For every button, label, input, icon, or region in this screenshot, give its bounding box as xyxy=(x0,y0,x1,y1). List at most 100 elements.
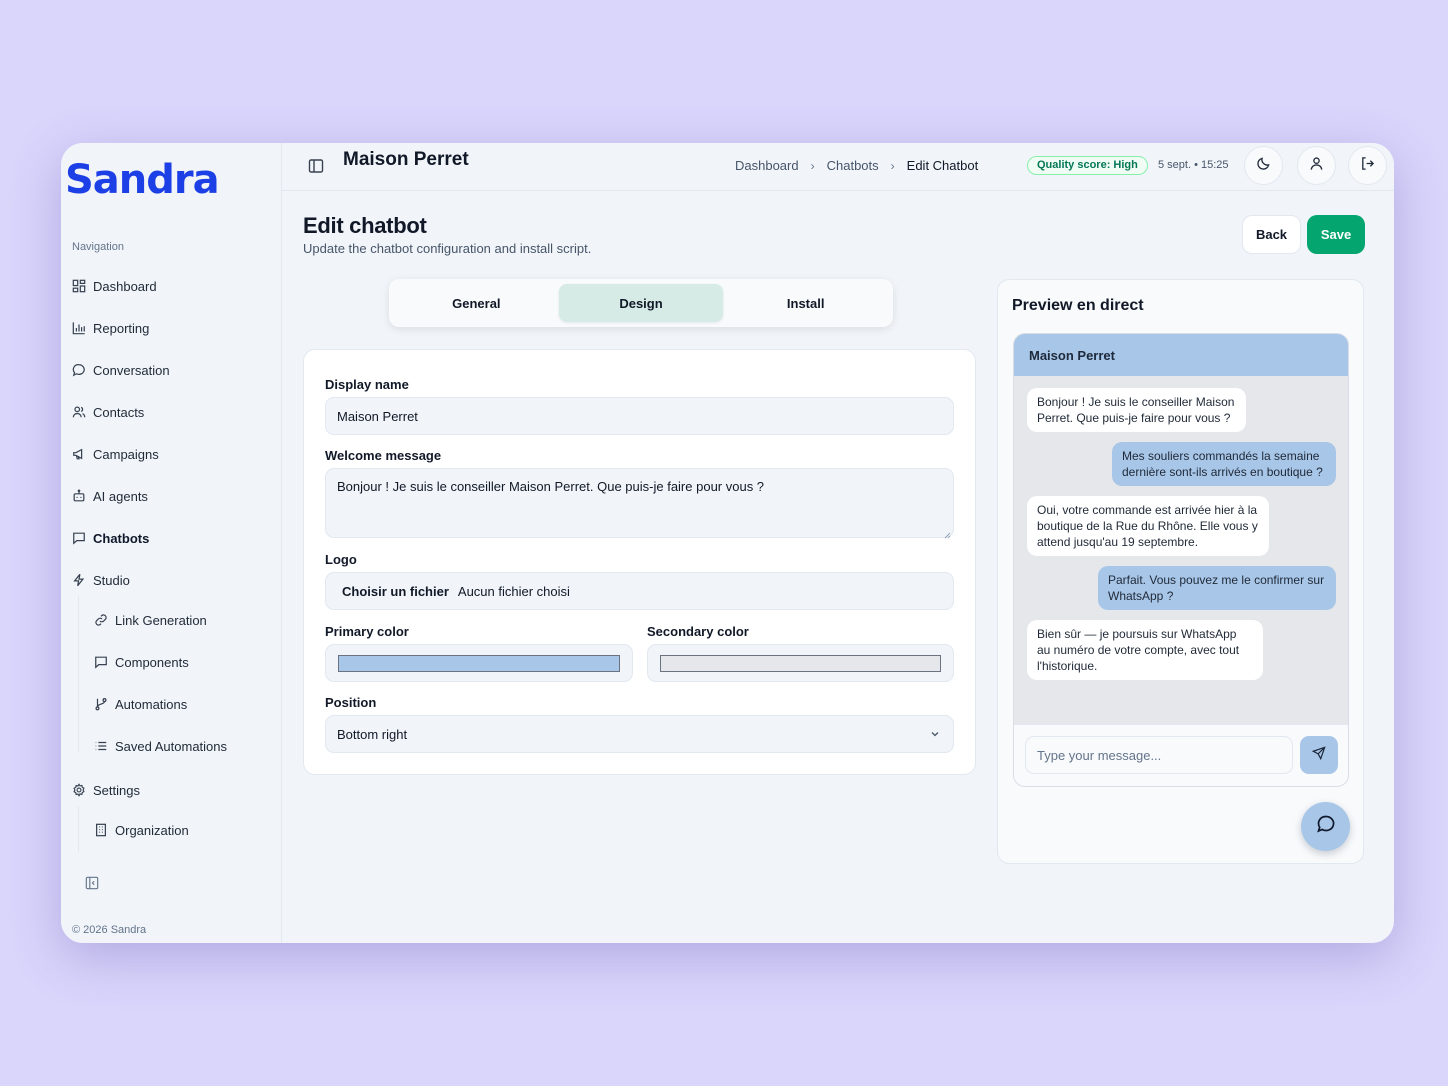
topbar: Maison Perret Dashboard › Chatbots › Edi… xyxy=(282,143,1394,191)
sidebar-item-reporting[interactable]: Reporting xyxy=(72,316,149,340)
display-name-field[interactable]: Maison Perret xyxy=(325,397,954,435)
sidebar-item-label: Dashboard xyxy=(93,278,157,294)
profile-button[interactable] xyxy=(1297,146,1336,185)
choose-file-button[interactable]: Choisir un fichier xyxy=(342,584,449,599)
bot-icon xyxy=(72,489,86,503)
users-icon xyxy=(72,405,86,419)
sidebar-item-link-generation[interactable]: Link Generation xyxy=(94,608,207,632)
chat-bubble-icon xyxy=(1316,814,1336,839)
sidebar-item-components[interactable]: Components xyxy=(94,650,189,674)
chat-header: Maison Perret xyxy=(1014,334,1348,376)
zap-icon xyxy=(72,573,86,587)
sidebar-item-organization[interactable]: Organization xyxy=(94,818,189,842)
sidebar-item-label: Link Generation xyxy=(115,612,207,628)
sidebar-item-ai-agents[interactable]: AI agents xyxy=(72,484,148,508)
chat-message-input[interactable]: Type your message... xyxy=(1025,736,1293,774)
quality-badge: Quality score: High xyxy=(1027,156,1148,175)
position-select[interactable]: Bottom right xyxy=(325,715,954,753)
user-icon xyxy=(1309,156,1324,176)
sidebar-item-label: AI agents xyxy=(93,488,148,504)
chevron-right-icon: › xyxy=(890,158,895,173)
message-square-icon xyxy=(72,531,86,545)
sidebar-item-contacts[interactable]: Contacts xyxy=(72,400,144,424)
send-icon xyxy=(1311,745,1326,765)
chevron-down-icon xyxy=(929,728,941,740)
live-preview-panel: Preview en direct Maison Perret Bonjour … xyxy=(997,279,1364,864)
preview-title: Preview en direct xyxy=(1012,297,1144,314)
moon-icon xyxy=(1256,156,1271,176)
sidebar-item-label: Reporting xyxy=(93,320,150,336)
position-value: Bottom right xyxy=(337,726,408,742)
sidebar-item-studio[interactable]: Studio xyxy=(72,568,130,592)
page-subtitle: Update the chatbot configuration and ins… xyxy=(303,241,592,256)
studio-sub-divider xyxy=(78,596,79,752)
logo-file-status: Aucun fichier choisi xyxy=(457,583,570,599)
tab-design[interactable]: Design xyxy=(558,284,724,322)
bar-chart-icon xyxy=(72,321,86,335)
design-form: Display name Maison Perret Welcome messa… xyxy=(303,349,976,775)
sidebar-item-conversation[interactable]: Conversation xyxy=(72,358,170,382)
welcome-message-field[interactable]: Bonjour ! Je suis le conseiller Maison P… xyxy=(325,468,954,539)
secondary-color-swatch xyxy=(660,655,941,672)
breadcrumb-chatbots[interactable]: Chatbots xyxy=(827,158,879,173)
chat-message-bot: Oui, votre commande est arrivée hier à l… xyxy=(1027,496,1269,556)
sidebar-toggle-icon[interactable] xyxy=(308,158,324,174)
sidebar-item-label: Components xyxy=(115,654,189,670)
chat-widget-preview: Maison Perret Bonjour ! Je suis le conse… xyxy=(1013,333,1349,787)
message-square-icon xyxy=(94,655,108,669)
collapse-sidebar-icon[interactable] xyxy=(85,876,99,890)
sidebar-item-automations[interactable]: Automations xyxy=(94,692,187,716)
brand-logo[interactable]: Sandra xyxy=(65,157,220,203)
sidebar-item-dashboard[interactable]: Dashboard xyxy=(72,274,157,298)
copyright: © 2026 Sandra xyxy=(72,924,147,936)
primary-color-label: Primary color xyxy=(325,624,409,639)
sidebar-item-campaigns[interactable]: Campaigns xyxy=(72,442,159,466)
secondary-color-label: Secondary color xyxy=(647,624,749,639)
megaphone-icon xyxy=(72,447,86,461)
resize-grip-icon[interactable] xyxy=(943,527,951,539)
sidebar-item-settings[interactable]: Settings xyxy=(72,778,140,802)
building-icon xyxy=(94,823,108,837)
link-icon xyxy=(94,613,108,627)
sidebar-item-label: Conversation xyxy=(93,362,170,378)
sidebar-item-label: Saved Automations xyxy=(115,738,228,754)
sidebar-item-label: Studio xyxy=(93,572,130,588)
theme-toggle-button[interactable] xyxy=(1244,146,1283,185)
app-title: Maison Perret xyxy=(343,149,469,170)
sidebar-item-label: Chatbots xyxy=(93,530,150,546)
datetime: 5 sept. • 15:25 xyxy=(1158,159,1229,171)
git-branch-icon xyxy=(94,697,108,711)
sidebar-item-label: Organization xyxy=(115,822,189,838)
welcome-message-value: Bonjour ! Je suis le conseiller Maison P… xyxy=(337,479,765,494)
display-name-value: Maison Perret xyxy=(337,408,418,424)
secondary-color-picker[interactable] xyxy=(647,644,954,682)
chat-launcher-button[interactable] xyxy=(1301,802,1350,851)
primary-color-picker[interactable] xyxy=(325,644,633,682)
breadcrumb-dashboard[interactable]: Dashboard xyxy=(735,158,799,173)
logo-file-input[interactable]: Choisir un fichier Aucun fichier choisi xyxy=(325,572,954,610)
sidebar-item-label: Contacts xyxy=(93,404,145,420)
nav-caption: Navigation xyxy=(72,241,124,253)
send-button[interactable] xyxy=(1300,736,1338,774)
app-window: Sandra Navigation Dashboard Reporting Co… xyxy=(61,143,1394,943)
chat-message-user: Parfait. Vous pouvez me le confirmer sur… xyxy=(1098,566,1336,610)
settings-sub-divider xyxy=(78,806,79,852)
position-label: Position xyxy=(325,695,377,710)
primary-color-swatch xyxy=(338,655,620,672)
chat-input-placeholder: Type your message... xyxy=(1037,747,1162,763)
chat-input-bar: Type your message... xyxy=(1014,724,1348,786)
save-button[interactable]: Save xyxy=(1307,215,1365,254)
welcome-message-label: Welcome message xyxy=(325,448,442,463)
back-button[interactable]: Back xyxy=(1242,215,1301,254)
logout-button[interactable] xyxy=(1348,146,1387,185)
logo-label: Logo xyxy=(325,552,357,567)
sidebar-item-chatbots[interactable]: Chatbots xyxy=(72,526,149,550)
logout-icon xyxy=(1360,156,1375,176)
display-name-label: Display name xyxy=(325,377,409,392)
tab-install[interactable]: Install xyxy=(723,284,888,322)
page-title: Edit chatbot xyxy=(303,213,427,238)
tab-general[interactable]: General xyxy=(394,284,559,322)
grid-icon xyxy=(72,279,86,293)
gear-icon xyxy=(72,783,86,797)
sidebar-item-saved-automations[interactable]: Saved Automations xyxy=(94,734,227,758)
